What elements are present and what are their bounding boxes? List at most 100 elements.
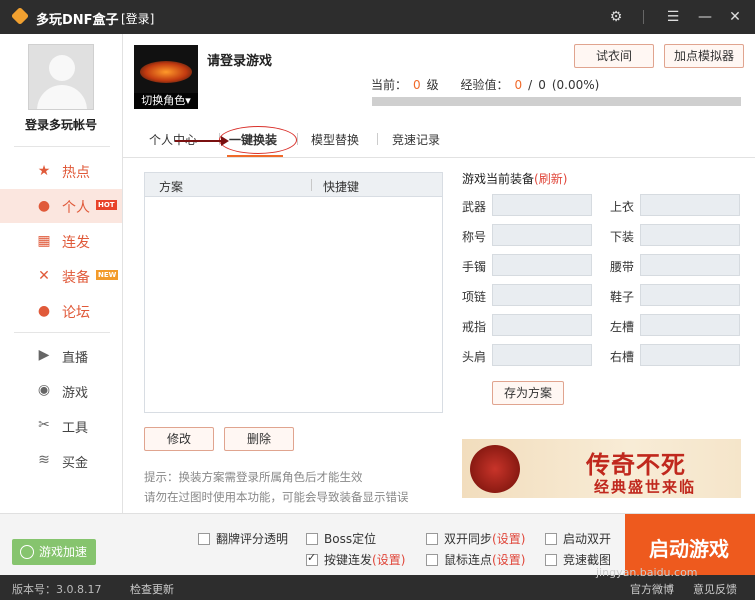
minimize-icon[interactable]: — xyxy=(694,6,716,28)
exp-label: 经验值： xyxy=(460,78,509,92)
gear-icon[interactable]: ⚙ xyxy=(605,6,627,28)
slot-field-title xyxy=(492,224,592,246)
option-launch-dual[interactable]: 启动双开 xyxy=(545,530,611,547)
plan-table-header: 方案 快捷键 xyxy=(145,173,442,197)
accelerate-icon xyxy=(20,545,34,559)
exp-separator: / xyxy=(528,78,533,92)
sidebar-item-buy-gold[interactable]: ≋ 买金 xyxy=(0,443,122,477)
option-boss-locate[interactable]: Boss定位 xyxy=(306,530,376,547)
slot-field-left-slot xyxy=(640,314,740,336)
slot-label-right-slot: 右槽 xyxy=(610,350,635,364)
sidebar-item-combo[interactable]: ▦ 连发 xyxy=(0,224,122,258)
profile-header: 切换角色▾ 请登录游戏 试衣间 加点模拟器 当前： 0 级 经验值： 0/0 (0.00… xyxy=(123,34,755,118)
slot-field-shoulder xyxy=(492,344,592,366)
hot-badge: HOT xyxy=(96,200,117,210)
tab-model-replace[interactable]: 模型替换 xyxy=(311,131,359,148)
slot-field-ring xyxy=(492,314,592,336)
sidebar-item-games[interactable]: ◉ 游戏 xyxy=(0,373,122,407)
avatar-body-shape xyxy=(37,85,87,109)
delete-button[interactable]: 删除 xyxy=(224,427,294,451)
avatar[interactable] xyxy=(28,44,94,110)
sidebar: 登录多玩帐号 ★ 热点 ● 个人 HOT ▦ 连发 ✕ 装备 NEW ● 论坛 … xyxy=(0,34,123,574)
sidebar-item-label: 游戏 xyxy=(62,386,89,401)
option-label: 双开同步 xyxy=(444,532,493,546)
switch-role-button[interactable]: 切换角色▾ xyxy=(134,93,198,109)
ad-banner[interactable]: 传奇不死 经典盛世来临 xyxy=(462,439,741,498)
slot-label-ring: 戒指 xyxy=(462,320,487,334)
feedback-link[interactable]: 意见反馈 xyxy=(693,581,737,597)
annotation-circle xyxy=(219,126,297,154)
slot-label-title: 称号 xyxy=(462,230,487,244)
dual-sync-settings-link[interactable]: (设置) xyxy=(492,532,525,546)
slot-label-left-slot: 左槽 xyxy=(610,320,635,334)
slot-label-necklace: 项链 xyxy=(462,290,487,304)
column-header-plan: 方案 xyxy=(159,180,184,194)
sidebar-item-tools[interactable]: ✂ 工具 xyxy=(0,408,122,442)
login-account-link[interactable]: 登录多玩帐号 xyxy=(0,116,122,133)
tools-icon: ✂ xyxy=(38,417,50,433)
column-header-hotkey: 快捷键 xyxy=(323,180,360,194)
checkbox[interactable] xyxy=(426,554,438,566)
option-mouse-click[interactable]: 鼠标连点(设置) xyxy=(426,551,525,568)
checkbox[interactable] xyxy=(545,554,557,566)
coins-icon: ≋ xyxy=(38,452,50,468)
tab-divider xyxy=(377,133,378,145)
key-repeat-settings-link[interactable]: (设置) xyxy=(372,553,405,567)
avatar-head-shape xyxy=(49,55,75,81)
login-link[interactable]: [登录] xyxy=(121,10,154,27)
active-tab-indicator xyxy=(227,155,283,157)
checkbox[interactable] xyxy=(426,533,438,545)
tab-speed-record[interactable]: 竞速记录 xyxy=(392,131,440,148)
option-flip-score-transparent[interactable]: 翻牌评分透明 xyxy=(198,530,288,547)
slot-label-shoulder: 头肩 xyxy=(462,350,487,364)
star-icon: ★ xyxy=(37,163,51,179)
slot-field-bottom xyxy=(640,224,740,246)
sidebar-item-hot[interactable]: ★ 热点 xyxy=(0,154,122,188)
sidebar-item-label: 买金 xyxy=(62,456,89,471)
exp-current: 0 xyxy=(514,78,523,92)
modify-button[interactable]: 修改 xyxy=(144,427,214,451)
checkbox[interactable] xyxy=(198,533,210,545)
sidebar-item-forum[interactable]: ● 论坛 xyxy=(0,294,122,328)
sidebar-item-label: 装备 xyxy=(62,270,90,286)
close-icon[interactable]: ✕ xyxy=(724,6,746,28)
checkbox[interactable] xyxy=(306,533,318,545)
slot-label-bottom: 下装 xyxy=(610,230,635,244)
gamepad-icon: ◉ xyxy=(37,382,51,398)
sidebar-item-equipment[interactable]: ✕ 装备 NEW xyxy=(0,259,122,293)
titlebar-divider xyxy=(643,10,644,24)
app-name: 多玩DNF盒子 xyxy=(36,13,119,28)
mouse-click-settings-link[interactable]: (设置) xyxy=(492,553,525,567)
slot-field-necklace xyxy=(492,284,592,306)
official-weibo-link[interactable]: 官方微博 xyxy=(630,581,674,597)
add-emulator-button[interactable]: 加点模拟器 xyxy=(664,44,744,68)
slot-label-shoes: 鞋子 xyxy=(610,290,635,304)
checkbox-checked[interactable] xyxy=(306,551,318,566)
check-update-link[interactable]: 检查更新 xyxy=(130,581,174,597)
option-key-repeat[interactable]: 按键连发(设置) xyxy=(306,551,405,568)
checkbox[interactable] xyxy=(545,533,557,545)
sidebar-item-personal[interactable]: ● 个人 HOT xyxy=(0,189,122,223)
tips-text: 提示：换装方案需登录所属角色后才能生效 请勿在过图时使用本功能，可能会导致装备显… xyxy=(144,467,409,507)
plan-table[interactable]: 方案 快捷键 xyxy=(144,172,443,413)
slot-field-belt xyxy=(640,254,740,276)
sidebar-item-live[interactable]: ▶ 直播 xyxy=(0,338,122,372)
slot-label-belt: 腰带 xyxy=(610,260,635,274)
save-plan-button[interactable]: 存为方案 xyxy=(492,381,564,405)
new-badge: NEW xyxy=(96,270,119,280)
refresh-link[interactable]: (刷新) xyxy=(534,172,567,186)
banner-subtitle: 经典盛世来临 xyxy=(594,478,697,496)
version-label: 版本号：3.0.8.17 xyxy=(12,583,102,596)
game-accelerate-button[interactable]: 游戏加速 xyxy=(12,539,96,565)
level-unit: 级 xyxy=(426,78,439,92)
banner-title: 传奇不死 xyxy=(586,450,686,479)
try-on-button[interactable]: 试衣间 xyxy=(574,44,654,68)
level-row: 当前： 0 级 经验值： 0/0 (0.00%) xyxy=(371,76,605,93)
level-label: 当前： xyxy=(371,78,408,92)
equipment-title-text: 游戏当前装备 xyxy=(462,172,535,186)
hamburger-icon[interactable]: ☰ xyxy=(662,6,684,28)
option-dual-sync[interactable]: 双开同步(设置) xyxy=(426,530,525,547)
option-label: Boss定位 xyxy=(324,532,377,546)
column-divider xyxy=(311,179,312,191)
sidebar-item-label: 个人 xyxy=(62,200,90,216)
